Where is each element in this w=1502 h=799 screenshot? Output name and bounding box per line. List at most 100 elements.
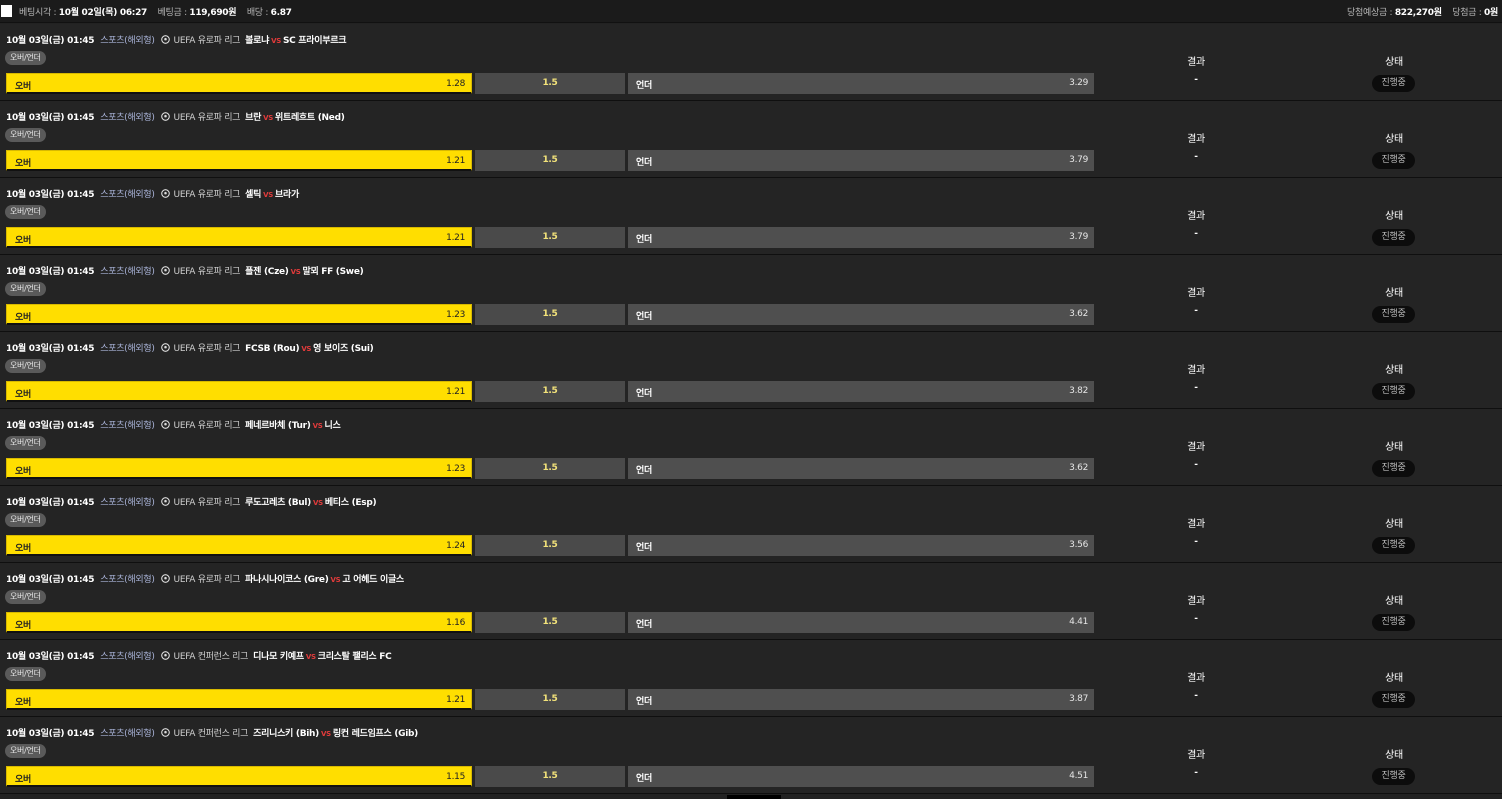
status-badge: 진행중 [1372, 229, 1415, 246]
over-label: 오버 [15, 698, 31, 708]
over-odds-button[interactable]: 오버 1.21 [6, 227, 472, 248]
under-odds-button[interactable]: 언더 3.79 [628, 150, 1094, 171]
over-label: 오버 [15, 236, 31, 246]
handicap-line: 1.5 [475, 535, 625, 556]
over-odds-button[interactable]: 오버 1.16 [6, 612, 472, 633]
soccer-ball-icon [160, 651, 170, 660]
away-team: 말뫼 FF (Swe) [302, 267, 364, 277]
odds-label: 배당 : [246, 8, 269, 18]
under-odds-button[interactable]: 언더 3.87 [628, 689, 1094, 710]
over-odds-button[interactable]: 오버 1.23 [6, 304, 472, 325]
result-value: - [1194, 75, 1198, 85]
bet-summary-bar: 베팅시각 : 10월 02일(목) 06:27 베팅금 : 119,690원 배… [0, 0, 1502, 23]
match-datetime: 10월 03일(금) 01:45 [6, 190, 95, 200]
over-odds: 1.21 [446, 387, 465, 397]
under-odds: 3.62 [1069, 309, 1088, 319]
result-value: - [1194, 383, 1198, 393]
soccer-ball-icon [160, 574, 170, 583]
match-header: 10월 03일(금) 01:45 스포츠(해외형) UEFA 컨퍼런스 리그 디나모 … [6, 649, 392, 662]
scroll-tab[interactable] [727, 795, 781, 799]
sport-type: 스포츠(해외형) [100, 190, 155, 200]
over-odds-button[interactable]: 오버 1.23 [6, 458, 472, 479]
under-label: 언더 [636, 774, 652, 784]
win-amount: 0원 [1484, 8, 1498, 18]
under-odds-button[interactable]: 언더 4.41 [628, 612, 1094, 633]
match-datetime: 10월 03일(금) 01:45 [6, 421, 95, 431]
league-name: UEFA 유로파 리그 [173, 498, 241, 508]
status-label: 상태 [1385, 442, 1403, 453]
vs-label: VS [263, 114, 273, 122]
bet-amount-label: 베팅금 : [157, 8, 188, 18]
result-value: - [1194, 537, 1198, 547]
match-header: 10월 03일(금) 01:45 스포츠(해외형) UEFA 유로파 리그 페네르바체… [6, 418, 341, 431]
sport-type: 스포츠(해외형) [100, 267, 155, 277]
bet-list: 10월 03일(금) 01:45 스포츠(해외형) UEFA 유로파 리그 볼로냐 VS… [0, 24, 1502, 794]
select-checkbox[interactable] [1, 5, 12, 17]
under-odds-button[interactable]: 언더 3.62 [628, 458, 1094, 479]
away-team: 니스 [324, 421, 341, 431]
bet-row: 10월 03일(금) 01:45 스포츠(해외형) UEFA 컨퍼런스 리그 디나모 … [0, 640, 1502, 717]
under-odds: 3.56 [1069, 540, 1088, 550]
bet-row: 10월 03일(금) 01:45 스포츠(해외형) UEFA 유로파 리그 페네르바체… [0, 409, 1502, 486]
bet-type-badge: 오버/언더 [5, 205, 46, 219]
home-team: 볼로냐 [245, 36, 270, 46]
status-badge: 진행중 [1372, 614, 1415, 631]
under-odds-button[interactable]: 언더 3.29 [628, 73, 1094, 94]
bet-type-badge: 오버/언더 [5, 359, 46, 373]
league-name: UEFA 유로파 리그 [173, 344, 241, 354]
status-badge: 진행중 [1372, 460, 1415, 477]
home-team: 브란 [245, 113, 262, 123]
over-odds: 1.15 [446, 772, 465, 782]
home-team: 즈리니스키 (Bih) [253, 729, 319, 739]
match-header: 10월 03일(금) 01:45 스포츠(해외형) UEFA 컨퍼런스 리그 즈리니스… [6, 726, 418, 739]
handicap-line: 1.5 [475, 304, 625, 325]
sport-type: 스포츠(해외형) [100, 421, 155, 431]
match-header: 10월 03일(금) 01:45 스포츠(해외형) UEFA 유로파 리그 FCSB … [6, 341, 374, 354]
bet-summary-left: 베팅시각 : 10월 02일(목) 06:27 베팅금 : 119,690원 배… [19, 5, 292, 18]
under-label: 언더 [636, 466, 652, 476]
over-label: 오버 [15, 390, 31, 400]
under-odds-button[interactable]: 언더 3.82 [628, 381, 1094, 402]
status-label: 상태 [1385, 134, 1403, 145]
under-odds-button[interactable]: 언더 3.62 [628, 304, 1094, 325]
league-name: UEFA 컨퍼런스 리그 [173, 652, 249, 662]
away-team: 크리스탈 팰리스 FC [317, 652, 392, 662]
over-label: 오버 [15, 621, 31, 631]
result-label: 결과 [1187, 57, 1205, 68]
under-label: 언더 [636, 158, 652, 168]
sport-type: 스포츠(해외형) [100, 729, 155, 739]
soccer-ball-icon [160, 497, 170, 506]
result-value: - [1194, 152, 1198, 162]
home-team: 페네르바체 (Tur) [245, 421, 311, 431]
match-datetime: 10월 03일(금) 01:45 [6, 498, 95, 508]
match-header: 10월 03일(금) 01:45 스포츠(해외형) UEFA 유로파 리그 셀틱 VS 브… [6, 187, 299, 200]
vs-label: VS [312, 422, 323, 430]
over-odds-button[interactable]: 오버 1.21 [6, 381, 472, 402]
handicap-line: 1.5 [475, 227, 625, 248]
bet-row: 10월 03일(금) 01:45 스포츠(해외형) UEFA 유로파 리그 FCSB … [0, 332, 1502, 409]
status-label: 상태 [1385, 365, 1403, 376]
over-odds-button[interactable]: 오버 1.15 [6, 766, 472, 787]
home-team: 셀틱 [245, 190, 262, 200]
under-odds-button[interactable]: 언더 3.79 [628, 227, 1094, 248]
under-odds: 3.87 [1069, 694, 1088, 704]
over-odds-button[interactable]: 오버 1.28 [6, 73, 472, 94]
away-team: 베티스 (Esp) [324, 498, 377, 508]
over-odds: 1.24 [446, 541, 465, 551]
status-label: 상태 [1385, 673, 1403, 684]
bet-row: 10월 03일(금) 01:45 스포츠(해외형) UEFA 유로파 리그 플젠 (C… [0, 255, 1502, 332]
under-odds-button[interactable]: 언더 3.56 [628, 535, 1094, 556]
under-odds-button[interactable]: 언더 4.51 [628, 766, 1094, 787]
sport-type: 스포츠(해외형) [100, 113, 155, 123]
handicap-line: 1.5 [475, 381, 625, 402]
result-value: - [1194, 229, 1198, 239]
over-odds-button[interactable]: 오버 1.24 [6, 535, 472, 556]
over-label: 오버 [15, 159, 31, 169]
match-header: 10월 03일(금) 01:45 스포츠(해외형) UEFA 유로파 리그 볼로냐 VS… [6, 33, 346, 46]
league-name: UEFA 유로파 리그 [173, 421, 241, 431]
home-team: 루도고레츠 (Bul) [245, 498, 311, 508]
over-odds-button[interactable]: 오버 1.21 [6, 150, 472, 171]
bet-type-badge: 오버/언더 [5, 590, 46, 604]
over-odds-button[interactable]: 오버 1.21 [6, 689, 472, 710]
vs-label: VS [263, 191, 273, 199]
